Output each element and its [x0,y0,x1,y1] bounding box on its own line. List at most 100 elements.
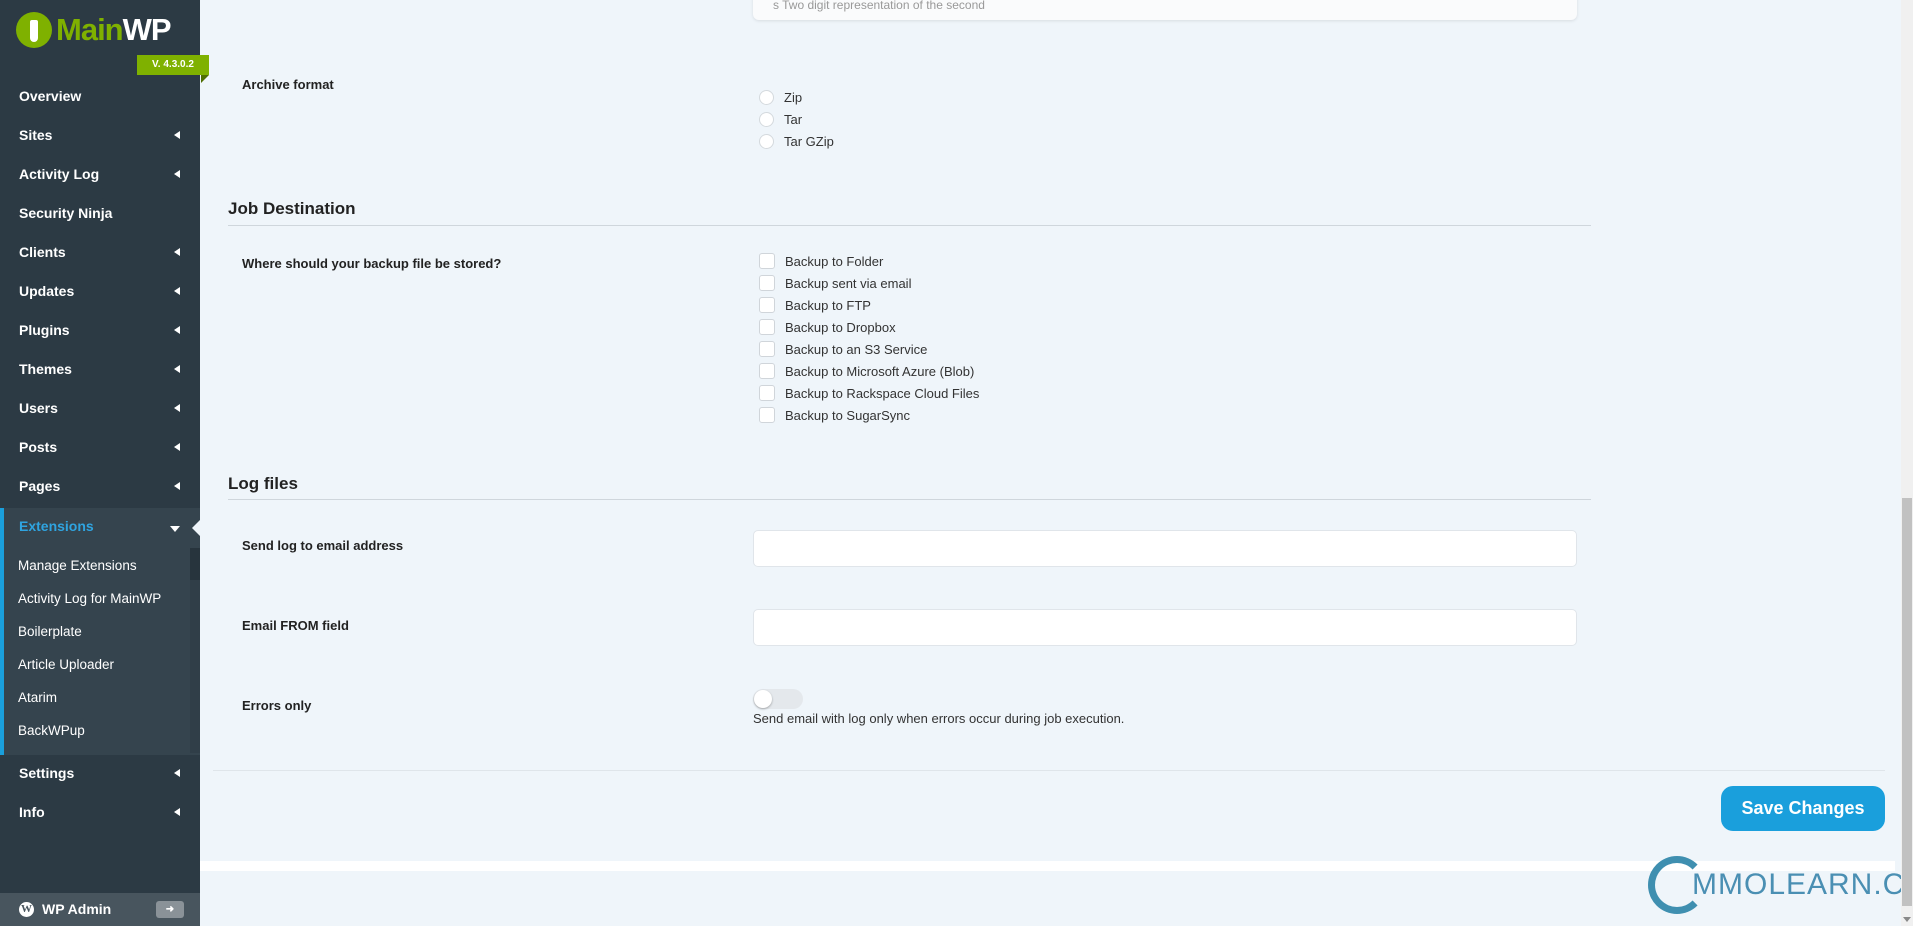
checkbox[interactable] [759,275,775,291]
menu-label: Pages [19,478,61,494]
extensions-label[interactable]: Extensions [19,518,94,534]
option-label: Backup to Microsoft Azure (Blob) [785,363,975,379]
caret-left-icon [174,170,180,178]
scroll-down-icon[interactable] [1903,917,1911,922]
radio-button[interactable] [759,90,774,105]
destination-option[interactable]: Backup to SugarSync [759,407,910,423]
logo-text-wp: WP [122,12,172,47]
errors-only-label: Errors only [242,698,312,713]
sidebar-item-extensions[interactable]: Extensions Manage Extensions Activity Log… [0,508,200,755]
sidebar-item-sites[interactable]: Sites [0,117,200,153]
sidebar-item-security-ninja[interactable]: Security Ninja [0,195,200,231]
submenu-item[interactable]: Article Uploader [18,657,114,672]
archive-option-radio[interactable]: Tar [759,112,802,127]
sidebar-item-info[interactable]: Info [0,794,200,830]
caret-left-icon [174,131,180,139]
checkbox[interactable] [759,407,775,423]
submenu-item[interactable]: BackWPup [18,723,85,738]
sidebar-item-users[interactable]: Users [0,390,200,426]
radio-button[interactable] [759,112,774,127]
submenu-item[interactable]: Activity Log for MainWP [18,591,161,606]
version-badge: V. 4.3.0.2 [137,55,209,83]
wp-admin-link[interactable]: WP Admin [42,901,111,917]
caret-left-icon [174,365,180,373]
errors-only-help: Send email with log only when errors occ… [753,711,1125,726]
sidebar-item-clients[interactable]: Clients [0,234,200,270]
email-from-input[interactable] [753,609,1577,646]
sidebar-item-plugins[interactable]: Plugins [0,312,200,348]
submenu-item[interactable]: Manage Extensions [18,558,137,573]
submenu-item[interactable]: Boilerplate [18,624,82,639]
sidebar-item-activity-log[interactable]: Activity Log [0,156,200,192]
scrollbar-thumb[interactable] [1902,498,1912,906]
footer-strip [200,861,1895,871]
sidebar-item-settings[interactable]: Settings [0,755,200,791]
send-log-label: Send log to email address [242,538,404,553]
caret-left-icon [174,443,180,451]
menu-label: Sites [19,127,53,143]
email-from-label: Email FROM field [242,618,349,633]
menu-label: Updates [19,283,75,299]
checkbox[interactable] [759,385,775,401]
caret-left-icon [174,482,180,490]
send-log-email-input[interactable] [753,530,1577,567]
divider [228,225,1591,226]
destination-option[interactable]: Backup to an S3 Service [759,341,927,357]
submenu-scrollbar[interactable] [190,548,200,753]
logout-icon[interactable]: ➜ [156,901,184,918]
checkbox[interactable] [759,253,775,269]
caret-left-icon [174,326,180,334]
checkbox[interactable] [759,363,775,379]
checkbox[interactable] [759,341,775,357]
page-scrollbar[interactable] [1901,0,1913,926]
option-label: Zip [784,90,803,105]
caret-left-icon [174,808,180,816]
sidebar-item-overview[interactable]: Overview [0,78,200,114]
destination-option[interactable]: Backup to Microsoft Azure (Blob) [759,363,974,379]
archive-option-radio[interactable]: Zip [759,90,802,105]
sidebar-item-posts[interactable]: Posts [0,429,200,465]
sidebar-item-themes[interactable]: Themes [0,351,200,387]
checkbox[interactable] [759,297,775,313]
caret-down-icon [170,526,180,532]
date-format-help-card: s Two digit representation of the second [753,0,1577,20]
help-text: s Two digit representation of the second [773,0,985,12]
menu-label: Clients [19,244,66,260]
menu-label: Plugins [19,322,70,338]
menu-label: Info [19,804,45,820]
divider [213,770,1885,771]
option-label: Backup to Folder [785,253,884,269]
option-label: Backup to an S3 Service [785,341,928,357]
sidebar-item-pages[interactable]: Pages [0,468,200,504]
destination-option[interactable]: Backup to Dropbox [759,319,896,335]
destination-option[interactable]: Backup to Rackspace Cloud Files [759,385,979,401]
option-label: Backup to Dropbox [785,319,896,335]
destination-option[interactable]: Backup to Folder [759,253,883,269]
destination-option[interactable]: Backup to FTP [759,297,871,313]
option-label: Tar [784,112,803,127]
wordpress-icon: W [19,902,34,917]
divider [228,499,1591,500]
checkbox[interactable] [759,319,775,335]
watermark-logo: MMOLEARN.COM [1648,856,1913,914]
archive-option-radio[interactable]: Tar GZip [759,134,834,149]
watermark-text: MMOLEARN.COM [1692,868,1913,901]
log-files-heading: Log files [228,474,298,493]
radio-button[interactable] [759,134,774,149]
destination-option[interactable]: Backup sent via email [759,275,911,291]
save-changes-button[interactable]: Save Changes [1721,786,1885,831]
menu-label: Activity Log [19,166,100,182]
errors-only-toggle[interactable] [753,689,803,709]
menu-label: Themes [19,361,72,377]
wp-admin-bar[interactable]: W WP Admin ➜ [0,893,200,926]
caret-left-icon [174,769,180,777]
mainwp-logo[interactable]: MainWP [16,12,172,48]
active-pointer [192,520,200,536]
tie-icon [16,12,52,48]
option-label: Backup sent via email [785,275,912,291]
menu-label: Settings [19,765,75,781]
option-label: Backup to Rackspace Cloud Files [785,385,980,401]
sidebar-item-updates[interactable]: Updates [0,273,200,309]
submenu-item[interactable]: Atarim [18,690,57,705]
menu-label: Users [19,400,58,416]
